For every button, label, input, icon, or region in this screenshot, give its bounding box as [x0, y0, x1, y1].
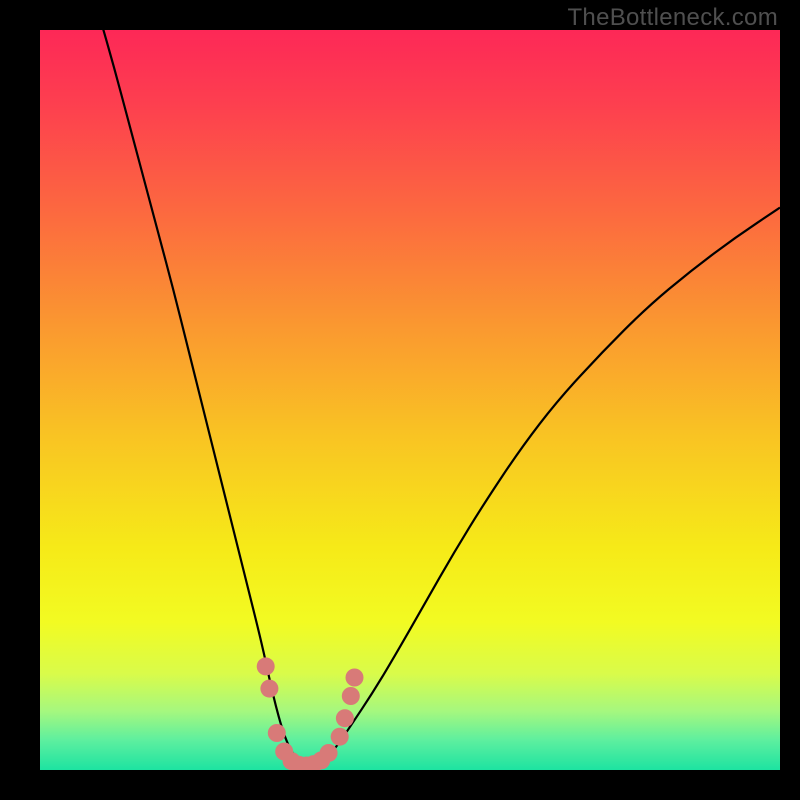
- chart-frame: TheBottleneck.com: [0, 0, 800, 800]
- gradient-background: [40, 30, 780, 770]
- plot-area: [40, 30, 780, 770]
- curve-dot: [320, 744, 338, 762]
- curve-dot: [342, 687, 360, 705]
- curve-dot: [346, 669, 364, 687]
- curve-dot: [257, 657, 275, 675]
- curve-dot: [331, 728, 349, 746]
- curve-dot: [260, 680, 278, 698]
- curve-dot: [336, 709, 354, 727]
- watermark-text: TheBottleneck.com: [567, 4, 778, 32]
- curve-dot: [268, 724, 286, 742]
- plot-svg: [40, 30, 780, 770]
